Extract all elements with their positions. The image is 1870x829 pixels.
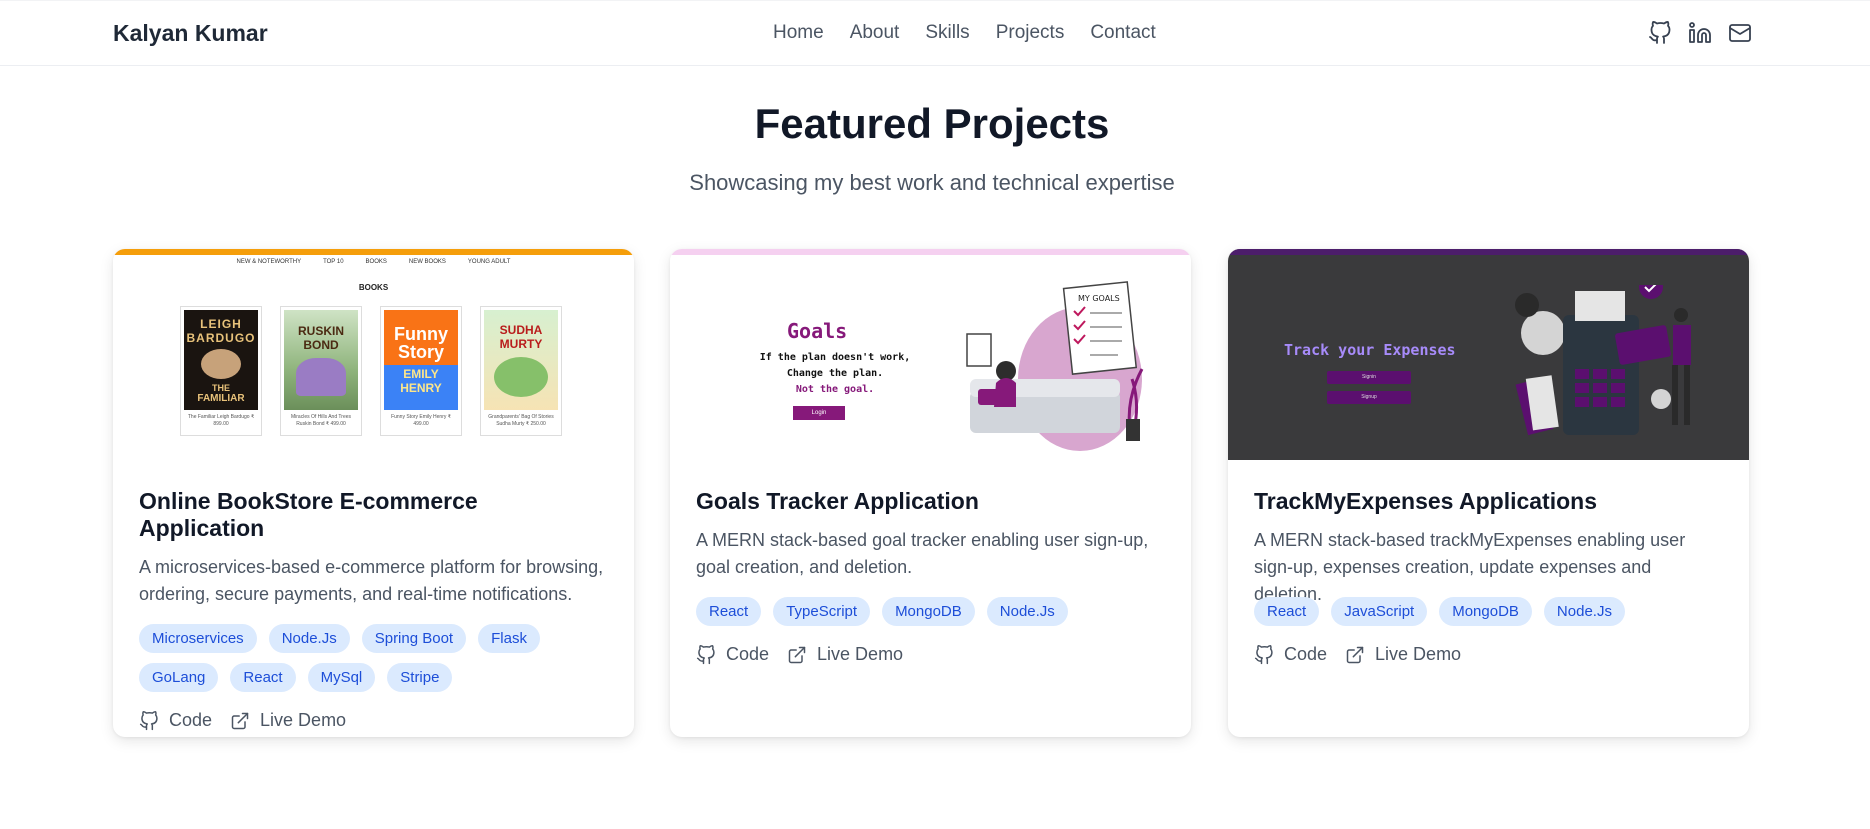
live-demo-label: Live Demo	[260, 710, 347, 730]
project-title: TrackMyExpenses Applications	[1254, 488, 1598, 514]
preview-heading: Goals	[787, 319, 848, 343]
project-title: Goals Tracker Application	[696, 488, 979, 514]
preview-heading: Track your Expenses	[1284, 341, 1456, 359]
code-link[interactable]: Code	[1254, 644, 1327, 665]
mail-icon[interactable]	[1728, 21, 1752, 45]
book-cover: SUDHA MURTY	[484, 310, 558, 410]
preview-line: Change the plan.	[786, 368, 884, 379]
tech-tags: Microservices Node.Js Spring Boot Flask …	[139, 624, 609, 692]
project-description: A MERN stack-based trackMyExpenses enabl…	[1254, 530, 1686, 604]
project-links: Code Live Demo	[139, 710, 608, 731]
book-caption: Grandparents' Bag Of Stories Sudha Murty…	[488, 414, 554, 427]
live-demo-label: Live Demo	[817, 644, 904, 664]
code-link-label: Code	[169, 710, 213, 730]
preview-login-button: Login	[793, 406, 845, 420]
section-title: Featured Projects	[754, 100, 1110, 147]
live-demo-link[interactable]: Live Demo	[787, 644, 903, 665]
preview-nav-item: YOUNG ADULT	[467, 259, 511, 265]
book-item: LEIGH BARDUGO THE FAMILIAR The Familiar …	[180, 306, 262, 436]
preview-nav-item: NEW BOOKS	[408, 259, 446, 265]
preview-nav: NEW & NOTEWORTHY TOP 10 BOOKS NEW BOOKS …	[113, 259, 634, 265]
tech-tag: Stripe	[387, 663, 453, 692]
tech-tag: JavaScript	[1331, 597, 1428, 626]
github-icon	[696, 644, 715, 664]
book-caption: Miracles Of Hills And Trees Ruskin Bond …	[290, 414, 352, 427]
nav-link-projects[interactable]: Projects	[996, 22, 1065, 44]
book-item: Funny Story EMILY HENRY Funny Story Emil…	[380, 306, 462, 436]
navbar: Kalyan Kumar Home About Skills Projects …	[0, 0, 1870, 66]
preview-line: Not the goal.	[795, 384, 875, 395]
book-cover: LEIGH BARDUGO THE FAMILIAR	[184, 310, 258, 410]
tech-tags: React JavaScript MongoDB Node.Js	[1254, 597, 1724, 626]
preview-heading: BOOKS	[358, 283, 389, 292]
external-link-icon	[1346, 646, 1364, 663]
preview-nav-item: NEW & NOTEWORTHY	[236, 259, 302, 265]
book-caption: The Familiar Leigh Bardugo ₹ 899.00	[187, 414, 255, 427]
expenses-illustration	[1515, 285, 1691, 436]
code-link-label: Code	[1284, 644, 1328, 664]
tech-tag: Node.Js	[268, 624, 350, 653]
tech-tag: Microservices	[139, 624, 257, 653]
book-cover: RUSKIN BOND	[284, 310, 358, 410]
nav-link-skills[interactable]: Skills	[925, 22, 969, 44]
project-title: Online BookStore E-commerce Application	[139, 488, 478, 541]
project-image-expenses: Track your Expenses Signin Signup	[1228, 249, 1749, 460]
code-link[interactable]: Code	[139, 710, 212, 731]
project-card-expenses: Track your Expenses Signin Signup TrackM	[1228, 249, 1749, 737]
tech-tags: React TypeScript MongoDB Node.Js	[696, 597, 1166, 626]
github-icon[interactable]	[1648, 21, 1672, 45]
card-body: Online BookStore E-commerce Application …	[113, 460, 634, 731]
tech-tag: GoLang	[139, 663, 219, 692]
nav-links: Home About Skills Projects Contact	[773, 22, 1156, 44]
tech-tag: React	[696, 597, 762, 626]
nav-link-home[interactable]: Home	[773, 22, 824, 44]
project-image-goals: Goals If the plan doesn't work, Change t…	[670, 249, 1191, 460]
project-image-bookstore: NEW & NOTEWORTHY TOP 10 BOOKS NEW BOOKS …	[113, 249, 634, 460]
project-description: A MERN stack-based goal tracker enabling…	[696, 530, 1149, 577]
tech-tag: MySql	[307, 663, 376, 692]
tech-tag: React	[230, 663, 296, 692]
project-card-bookstore: NEW & NOTEWORTHY TOP 10 BOOKS NEW BOOKS …	[113, 249, 634, 737]
brand-name[interactable]: Kalyan Kumar	[113, 20, 268, 47]
card-body: Goals Tracker Application A MERN stack-b…	[670, 460, 1191, 665]
project-description: A microservices-based e-commerce platfor…	[139, 557, 604, 604]
tech-tag: TypeScript	[773, 597, 871, 626]
book-caption: Funny Story Emily Henry ₹ 499.00	[391, 414, 451, 427]
tech-tag: Spring Boot	[361, 624, 467, 653]
code-link-label: Code	[726, 644, 770, 664]
live-demo-link[interactable]: Live Demo	[1345, 644, 1461, 665]
live-demo-label: Live Demo	[1375, 644, 1462, 664]
github-icon	[1254, 644, 1273, 664]
preview-signup-button: Signup	[1327, 391, 1411, 404]
goals-illustration: MY GOALS	[966, 281, 1144, 451]
social-links	[1648, 21, 1752, 45]
section-subtitle: Showcasing my best work and technical ex…	[689, 170, 1175, 195]
preview-signin-button: Signin	[1327, 371, 1411, 384]
github-icon	[139, 710, 158, 730]
tech-tag: Node.Js	[1543, 597, 1625, 626]
tech-tag: MongoDB	[882, 597, 975, 626]
preview-nav-item: TOP 10	[323, 259, 344, 265]
linkedin-icon[interactable]	[1688, 21, 1712, 45]
project-links: Code Live Demo	[696, 644, 1165, 665]
live-demo-link[interactable]: Live Demo	[230, 710, 346, 731]
svg-text:MY GOALS: MY GOALS	[1078, 294, 1120, 303]
book-cover: Funny Story EMILY HENRY	[384, 310, 458, 410]
tech-tag: Flask	[478, 624, 540, 653]
project-card-goals: Goals If the plan doesn't work, Change t…	[670, 249, 1191, 737]
tech-tag: Node.Js	[986, 597, 1068, 626]
project-links: Code Live Demo	[1254, 644, 1723, 665]
preview-nav-item: BOOKS	[365, 259, 387, 265]
external-link-icon	[788, 646, 806, 663]
code-link[interactable]: Code	[696, 644, 769, 665]
external-link-icon	[231, 712, 249, 729]
tech-tag: MongoDB	[1439, 597, 1532, 626]
tech-tag: React	[1254, 597, 1320, 626]
book-item: RUSKIN BOND Miracles Of Hills And Trees …	[280, 306, 362, 436]
nav-link-contact[interactable]: Contact	[1090, 22, 1155, 44]
nav-link-about[interactable]: About	[850, 22, 900, 44]
card-body: TrackMyExpenses Applications A MERN stac…	[1228, 460, 1749, 665]
preview-line: If the plan doesn't work,	[759, 352, 911, 363]
book-item: SUDHA MURTY Grandparents' Bag Of Stories…	[480, 306, 562, 436]
